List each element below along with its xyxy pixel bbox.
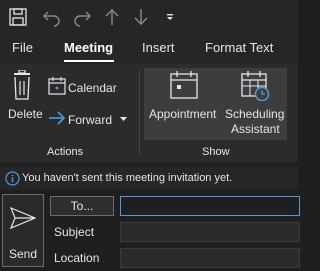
group-separator: [139, 70, 140, 156]
calendar-icon: [48, 77, 66, 95]
location-field[interactable]: [120, 248, 300, 268]
delete-label: Delete: [8, 107, 43, 121]
tab-format-text[interactable]: Format Text: [205, 40, 273, 55]
subject-label: Subject: [54, 225, 95, 239]
tab-meeting[interactable]: Meeting: [64, 40, 113, 55]
send-label: Send: [8, 247, 38, 261]
up-arrow-icon[interactable]: [100, 5, 124, 29]
actions-group-label: Actions: [47, 146, 84, 158]
appointment-label: Appointment: [149, 107, 217, 121]
active-tab-indicator: [64, 60, 114, 62]
customize-toolbar-icon[interactable]: [158, 5, 182, 29]
calendar-label: Calendar: [68, 81, 117, 95]
scheduling-label-line2: Assistant: [231, 122, 280, 136]
compose-area: Send To... Subject Location: [0, 190, 300, 271]
subject-field[interactable]: [120, 222, 300, 242]
send-button[interactable]: Send: [2, 194, 44, 267]
ribbon: Delete Calendar Forward Actions Appointm…: [0, 64, 298, 162]
tab-insert[interactable]: Insert: [142, 40, 175, 55]
location-label: Location: [54, 251, 100, 265]
ribbon-tabs: File Meeting Insert Format Text: [0, 34, 298, 64]
scheduling-assistant-icon: [241, 71, 271, 101]
trash-icon: [11, 70, 33, 100]
appointment-calendar-icon: [170, 71, 198, 99]
info-message: You haven't sent this meeting invitation…: [22, 172, 233, 184]
quick-access-toolbar: [0, 0, 298, 34]
forward-arrow-icon: [48, 111, 66, 125]
scheduling-label-line1: Scheduling: [225, 107, 285, 121]
redo-icon[interactable]: [70, 5, 94, 29]
tab-file[interactable]: File: [12, 40, 33, 55]
undo-icon[interactable]: [40, 5, 64, 29]
forward-label: Forward: [68, 113, 113, 127]
send-icon: [10, 207, 36, 229]
info-icon: [5, 171, 20, 186]
info-bar: You haven't sent this meeting invitation…: [0, 167, 298, 190]
show-group-label: Show: [202, 146, 230, 158]
chevron-down-icon: [120, 117, 127, 122]
to-button[interactable]: To...: [50, 196, 114, 216]
down-arrow-icon[interactable]: [129, 5, 153, 29]
save-icon[interactable]: [6, 5, 30, 29]
to-field[interactable]: [120, 196, 300, 216]
